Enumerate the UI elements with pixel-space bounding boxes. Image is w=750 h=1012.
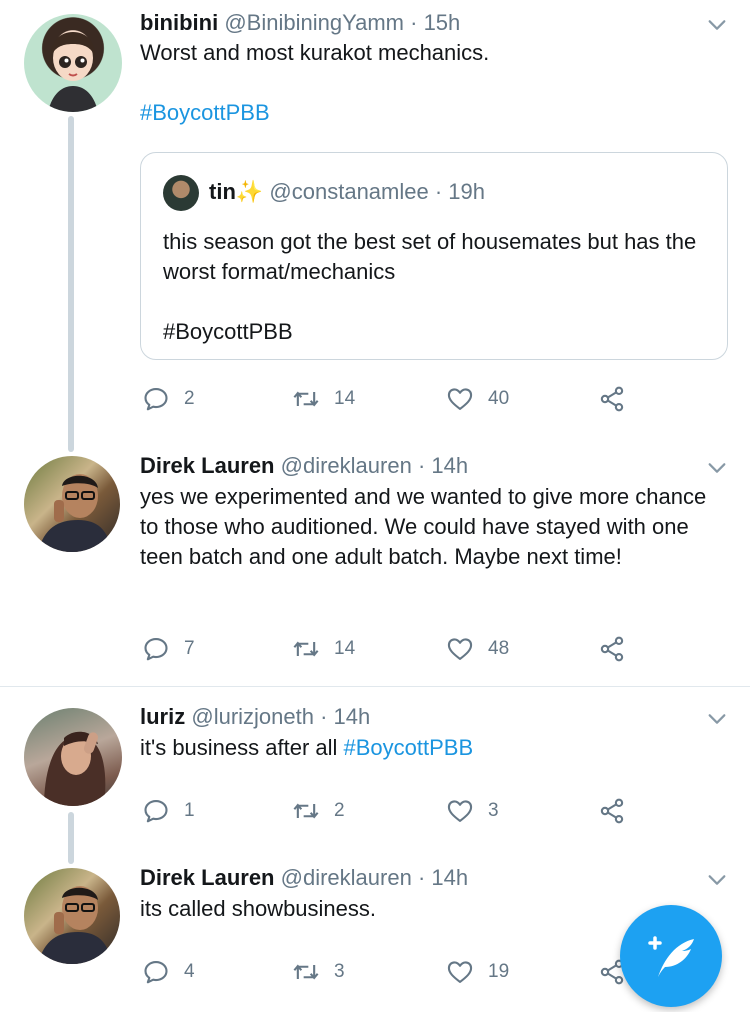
hashtag-link[interactable]: #BoycottPBB <box>344 735 474 760</box>
like-button[interactable]: 40 <box>446 382 509 416</box>
man-photo-avatar <box>38 474 112 552</box>
reply-icon <box>142 797 170 825</box>
quote-hashtag: #BoycottPBB <box>163 319 293 344</box>
tweet-header: binibini @BinibiningYamm · 15h <box>140 10 460 36</box>
reply-button[interactable]: 4 <box>142 955 195 989</box>
quote-text-line: this season got the best set of housemat… <box>163 229 697 284</box>
share-icon <box>598 385 626 413</box>
share-button[interactable] <box>598 632 626 666</box>
heart-icon <box>446 797 474 825</box>
retweet-count: 3 <box>334 961 345 982</box>
quote-author-name[interactable]: tin <box>209 179 236 204</box>
share-button[interactable] <box>598 382 626 416</box>
tweet-time[interactable]: · 14h <box>320 704 370 729</box>
tweet-header: luriz @lurizjoneth · 14h <box>140 704 370 730</box>
tweet-text-line: Worst and most kurakot mechanics. <box>140 40 490 65</box>
retweet-button[interactable]: 2 <box>292 794 345 828</box>
author-name[interactable]: binibini <box>140 10 218 35</box>
man-photo-avatar <box>38 886 112 964</box>
like-button[interactable]: 19 <box>446 955 509 989</box>
tweet-header: Direk Lauren @direklauren · 14h <box>140 865 468 891</box>
quoted-tweet-card[interactable]: tin✨ @constanamlee · 19h this season got… <box>140 152 728 360</box>
share-button[interactable] <box>598 794 626 828</box>
heart-icon <box>446 635 474 663</box>
retweet-count: 2 <box>334 800 345 821</box>
quote-text: this season got the best set of housemat… <box>163 227 697 347</box>
sparkle-emoji: ✨ <box>235 179 264 204</box>
tweet-text: yes we experimented and we wanted to giv… <box>140 484 707 569</box>
quote-header: tin✨ @constanamlee · 19h <box>209 179 485 205</box>
like-count: 40 <box>488 388 510 409</box>
quote-avatar[interactable] <box>163 175 199 211</box>
reply-count: 1 <box>184 800 195 821</box>
reply-button[interactable]: 7 <box>142 632 195 666</box>
tweet-header: Direk Lauren @direklauren · 14h <box>140 453 468 479</box>
compose-tweet-icon <box>648 936 694 977</box>
hashtag-link[interactable]: #BoycottPBB <box>140 98 710 128</box>
tweet-actions: 1 2 3 <box>140 794 640 828</box>
reply-button[interactable]: 1 <box>142 794 195 828</box>
like-count: 48 <box>488 638 510 659</box>
like-count: 3 <box>488 800 499 821</box>
thread-connector-line <box>68 812 74 864</box>
author-name[interactable]: Direk Lauren <box>140 453 275 478</box>
like-button[interactable]: 48 <box>446 632 509 666</box>
tweet-actions: 2 14 40 <box>140 382 640 416</box>
quote-time: · 19h <box>434 179 486 204</box>
author-handle[interactable]: @direklauren <box>281 865 412 890</box>
like-count: 19 <box>488 961 510 982</box>
heart-icon <box>446 958 474 986</box>
avatar[interactable] <box>24 456 120 552</box>
retweet-count: 14 <box>334 388 356 409</box>
retweet-button[interactable]: 14 <box>292 382 355 416</box>
tweet-actions: 4 3 19 <box>140 955 640 989</box>
tweet-time[interactable]: · 14h <box>418 453 468 478</box>
avatar[interactable] <box>24 868 120 964</box>
tweet-time[interactable]: · 15h <box>410 10 460 35</box>
tweet-divider <box>0 686 750 687</box>
reply-count: 2 <box>184 388 195 409</box>
avatar[interactable] <box>24 708 122 806</box>
share-icon <box>598 797 626 825</box>
reply-count: 4 <box>184 961 195 982</box>
tweet-actions: 7 14 48 <box>140 632 640 666</box>
tweet-time[interactable]: · 14h <box>418 865 468 890</box>
heart-icon <box>446 385 474 413</box>
tweet-text: it's business after all #BoycottPBB <box>140 733 710 763</box>
retweet-button[interactable]: 14 <box>292 632 355 666</box>
chevron-down-icon[interactable] <box>706 14 728 36</box>
reply-count: 7 <box>184 638 195 659</box>
author-handle[interactable]: @BinibiningYamm <box>224 10 404 35</box>
chevron-down-icon[interactable] <box>706 869 728 891</box>
chevron-down-icon[interactable] <box>706 457 728 479</box>
reply-icon <box>142 385 170 413</box>
reply-button[interactable]: 2 <box>142 382 195 416</box>
retweet-button[interactable]: 3 <box>292 955 345 989</box>
cartoon-girl-avatar <box>48 32 98 112</box>
share-icon <box>598 635 626 663</box>
author-handle[interactable]: @lurizjoneth <box>191 704 314 729</box>
tweet-text: Worst and most kurakot mechanics. #Boyco… <box>140 38 710 128</box>
retweet-icon <box>292 385 320 413</box>
compose-tweet-button[interactable] <box>620 905 722 1007</box>
reply-icon <box>142 635 170 663</box>
like-button[interactable]: 3 <box>446 794 499 828</box>
author-name[interactable]: luriz <box>140 704 185 729</box>
retweet-icon <box>292 797 320 825</box>
chevron-down-icon[interactable] <box>706 708 728 730</box>
tweet-text-line: it's business after all <box>140 735 344 760</box>
quote-author-handle[interactable]: @constanamlee <box>269 179 428 204</box>
woman-photo-avatar <box>44 731 106 806</box>
author-handle[interactable]: @direklauren <box>281 453 412 478</box>
retweet-icon <box>292 958 320 986</box>
retweet-count: 14 <box>334 638 356 659</box>
reply-icon <box>142 958 170 986</box>
avatar[interactable] <box>24 14 122 112</box>
author-name[interactable]: Direk Lauren <box>140 865 275 890</box>
retweet-icon <box>292 635 320 663</box>
thread-connector-line <box>68 116 74 452</box>
